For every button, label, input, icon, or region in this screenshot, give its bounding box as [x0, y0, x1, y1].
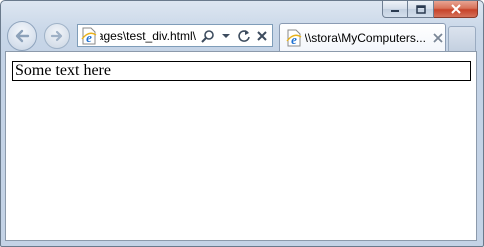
back-arrow-icon — [15, 29, 30, 43]
minimize-button[interactable] — [382, 1, 408, 18]
refresh-icon[interactable] — [236, 27, 252, 45]
window-controls — [382, 1, 478, 19]
address-bar[interactable]: e \pages\test_div.html — [77, 24, 273, 47]
browser-window: e \pages\test_div.html e \\stora\MyCompu… — [0, 0, 484, 247]
ie-page-icon: e — [285, 29, 303, 47]
minimize-icon — [391, 10, 399, 12]
dropdown-arrow-icon[interactable] — [218, 27, 234, 45]
test-div: Some text here — [12, 61, 471, 81]
page-content: Some text here — [5, 51, 477, 241]
tab-active[interactable]: e \\stora\MyComputers... — [279, 23, 446, 51]
new-tab-button[interactable] — [448, 26, 476, 51]
close-icon — [450, 4, 461, 14]
close-button[interactable] — [434, 1, 478, 18]
forward-arrow-icon — [50, 30, 63, 42]
stop-icon[interactable] — [254, 27, 270, 45]
address-input[interactable]: \pages\test_div.html — [100, 29, 196, 43]
ie-page-icon: e — [80, 26, 99, 46]
svg-text:e: e — [291, 32, 297, 47]
svg-text:e: e — [87, 30, 93, 45]
maximize-button[interactable] — [408, 1, 434, 18]
close-icon[interactable] — [431, 31, 445, 45]
address-bar-buttons — [200, 27, 272, 45]
forward-button[interactable] — [44, 23, 70, 49]
back-button[interactable] — [7, 21, 37, 51]
tab-label: \\stora\MyComputers... — [304, 30, 426, 45]
maximize-icon — [415, 4, 426, 14]
search-icon[interactable] — [200, 27, 216, 45]
